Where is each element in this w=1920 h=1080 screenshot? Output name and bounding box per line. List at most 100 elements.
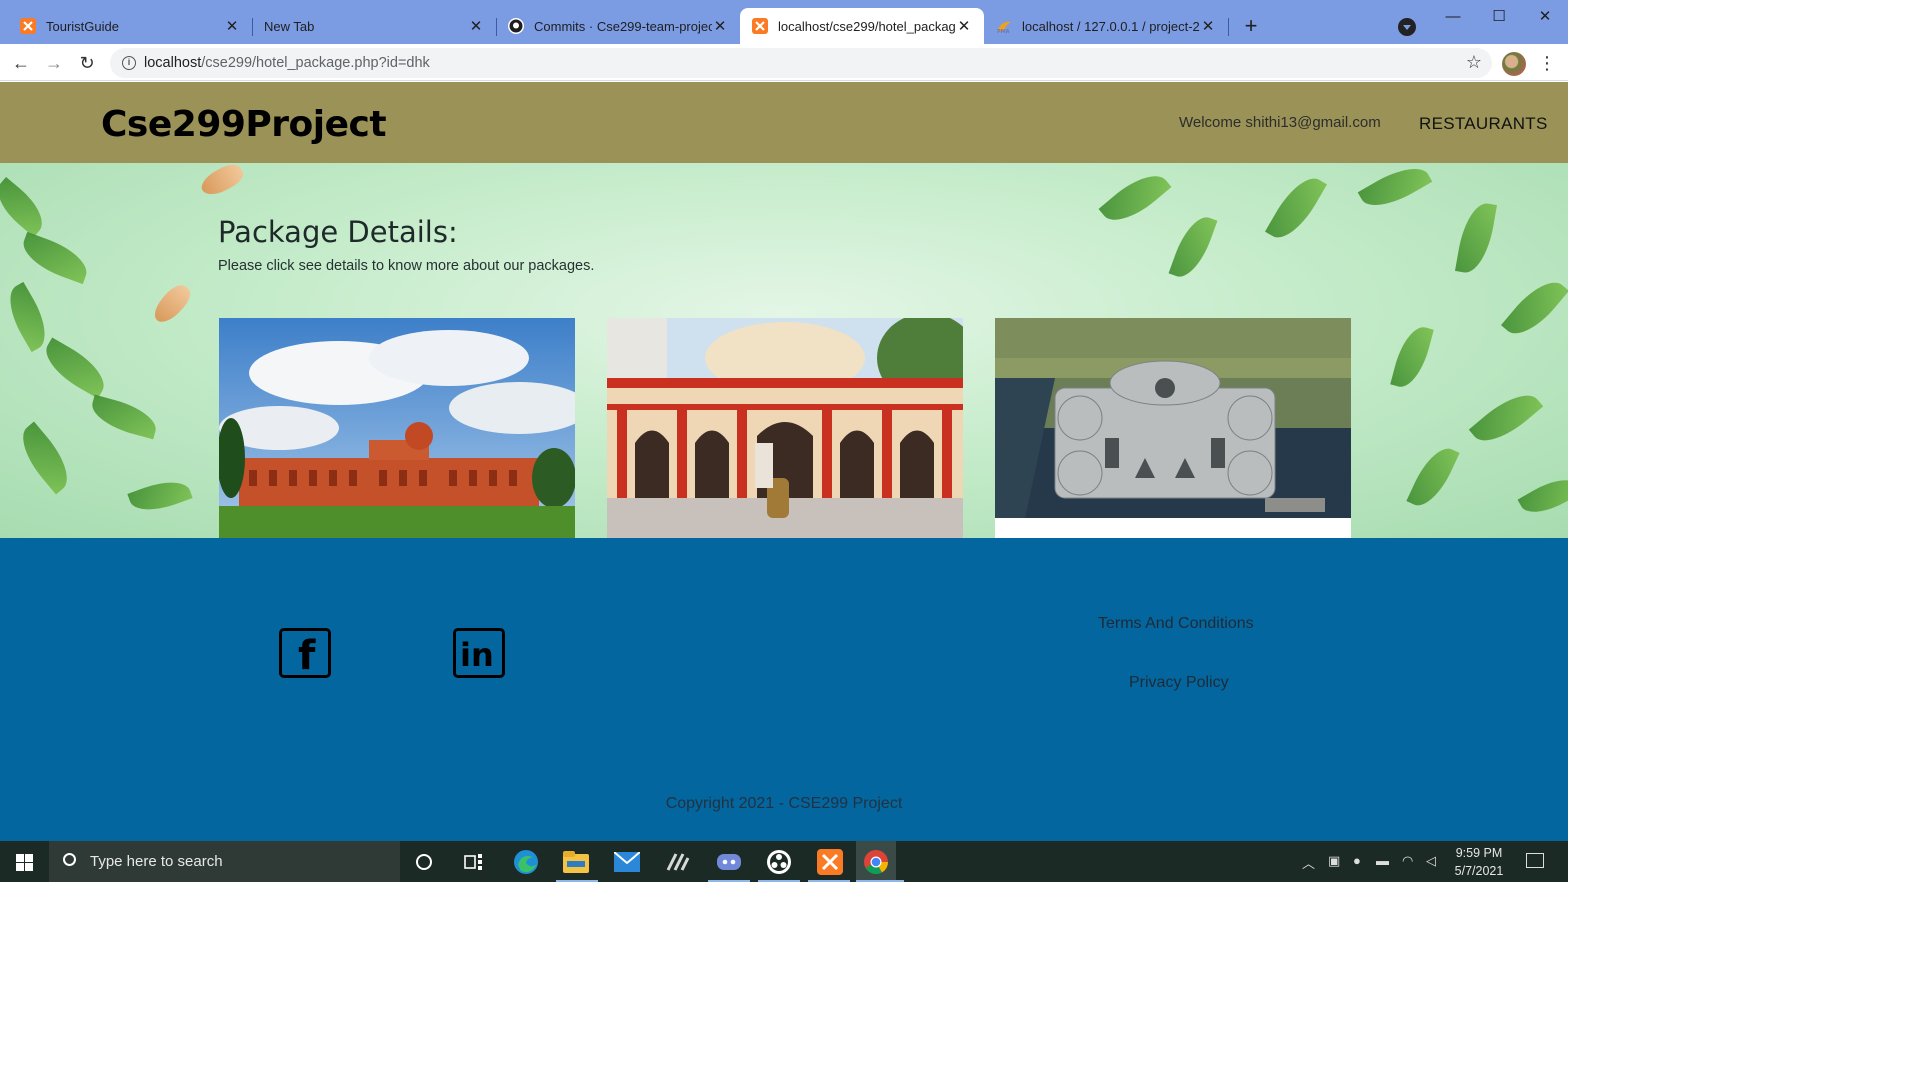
leaf-decoration — [127, 473, 193, 519]
tab-title: Commits · Cse299-team-project/ — [534, 18, 712, 34]
lalbagh-fort-card[interactable] — [219, 318, 575, 538]
terminal-icon[interactable] — [663, 847, 693, 877]
search-icon — [63, 853, 76, 866]
site-info-icon[interactable]: i — [122, 56, 136, 70]
red-brick-fort-photo — [219, 318, 575, 538]
facebook-icon[interactable]: f — [279, 628, 331, 679]
nav-link-restaurants[interactable]: RESTAURANTS — [1419, 114, 1548, 134]
microphone-icon[interactable]: ● — [1353, 853, 1361, 868]
tab-separator — [1228, 18, 1229, 36]
leaf-decoration — [1501, 271, 1568, 345]
site-footer: f in Terms And Conditions Privacy Policy… — [0, 538, 1568, 841]
windows-logo-icon — [16, 854, 24, 862]
phpmyadmin-icon: PMA — [996, 18, 1012, 34]
cortana-icon[interactable] — [409, 847, 439, 877]
tab-close-icon[interactable]: ✕ — [956, 17, 972, 35]
bookmark-star-icon[interactable]: ☆ — [1466, 52, 1482, 73]
leaf-decoration — [1406, 441, 1460, 513]
privacy-link[interactable]: Privacy Policy — [1129, 674, 1229, 692]
leaf-decoration — [37, 337, 113, 399]
clock-time: 9:59 PM — [1455, 846, 1503, 860]
svg-text:PMA: PMA — [997, 29, 1010, 34]
tab-title: localhost/cse299/hotel_package. — [778, 18, 956, 34]
tab-close-icon[interactable]: ✕ — [1200, 17, 1216, 35]
package-details-subtitle: Please click see details to know more ab… — [218, 258, 595, 274]
site-header: Cse299Project Welcome shithi13@gmail.com… — [0, 82, 1568, 163]
tab-title: TouristGuide — [46, 18, 119, 34]
url-path: /cse299/hotel_package.php?id=dhk — [201, 55, 430, 71]
new-tab-button[interactable]: + — [1238, 14, 1264, 40]
obs-icon[interactable] — [764, 847, 794, 877]
welcome-text: Welcome shithi13@gmail.com — [1179, 114, 1381, 131]
active-app-indicator — [708, 880, 750, 882]
bird-decoration — [149, 280, 195, 328]
browser-menu-icon[interactable]: ⋮ — [1538, 50, 1556, 76]
linkedin-glyph: in — [460, 636, 494, 674]
leaf-decoration — [1098, 164, 1172, 232]
back-arrow-icon[interactable]: ← — [8, 50, 34, 76]
wifi-icon[interactable]: ◠ — [1402, 853, 1413, 869]
minimize-button[interactable]: — — [1430, 4, 1476, 30]
file-explorer-icon[interactable] — [561, 847, 591, 877]
tab-new-tab[interactable]: New Tab ✕ — [252, 8, 496, 44]
parliament-building-card[interactable] — [995, 318, 1351, 538]
tab-title: localhost / 127.0.0.1 / project-29 — [1022, 18, 1200, 34]
browser-tab-strip: TouristGuide ✕ New Tab ✕ Commits · Cse29… — [0, 0, 1568, 44]
terms-link[interactable]: Terms And Conditions — [1098, 615, 1254, 633]
task-view-icon[interactable] — [459, 847, 489, 877]
profile-avatar[interactable] — [1502, 52, 1526, 76]
leaf-decoration — [1454, 199, 1498, 277]
leaf-decoration — [1390, 322, 1434, 392]
tab-touristguide[interactable]: TouristGuide ✕ — [8, 8, 252, 44]
github-icon — [508, 18, 524, 34]
taskbar-search-placeholder: Type here to search — [90, 853, 223, 870]
meet-now-icon[interactable]: ▣ — [1328, 853, 1340, 869]
battery-icon[interactable]: ▬ — [1376, 853, 1389, 868]
tab-close-icon[interactable]: ✕ — [712, 17, 728, 35]
active-app-indicator — [556, 880, 598, 882]
windows-logo-icon — [16, 863, 24, 871]
chrome-icon[interactable] — [856, 841, 896, 882]
leaf-decoration — [11, 421, 79, 495]
leaf-decoration — [16, 231, 94, 285]
start-button[interactable] — [0, 841, 48, 882]
forward-arrow-icon[interactable]: → — [41, 50, 67, 76]
url-text[interactable]: localhost/cse299/hotel_package.php?id=dh… — [144, 55, 430, 71]
taskbar-clock[interactable]: 9:59 PM 5/7/2021 — [1448, 844, 1510, 880]
edge-icon[interactable] — [511, 847, 541, 877]
site-brand[interactable]: Cse299Project — [101, 104, 387, 145]
tab-search-icon[interactable] — [1398, 18, 1416, 36]
tab-close-icon[interactable]: ✕ — [468, 17, 484, 35]
mail-icon[interactable] — [612, 847, 642, 877]
package-details-title: Package Details: — [218, 215, 458, 249]
tab-close-icon[interactable]: ✕ — [224, 17, 240, 35]
discord-icon[interactable] — [714, 847, 744, 877]
tab-hotel-package[interactable]: localhost/cse299/hotel_package. ✕ — [740, 8, 984, 44]
package-hero: Package Details: Please click see detail… — [0, 163, 1568, 538]
linkedin-icon[interactable]: in — [453, 628, 505, 678]
xampp-icon — [20, 18, 36, 34]
parliament-aerial-photo — [995, 318, 1351, 518]
xampp-icon — [752, 18, 768, 34]
xampp-icon[interactable] — [815, 847, 845, 877]
volume-icon[interactable]: ◁ — [1426, 853, 1436, 869]
dhakeshwari-temple-card[interactable] — [607, 318, 963, 538]
notification-center-icon[interactable] — [1526, 853, 1544, 868]
leaf-decoration — [1168, 211, 1218, 283]
windows-logo-icon — [25, 863, 33, 871]
show-hidden-icons-icon[interactable]: ︿ — [1302, 853, 1315, 872]
tab-github-commits[interactable]: Commits · Cse299-team-project/ ✕ — [496, 8, 740, 44]
active-app-indicator — [856, 880, 904, 882]
red-cream-temple-photo — [607, 318, 963, 538]
facebook-glyph: f — [298, 633, 316, 679]
leaf-decoration — [1517, 469, 1568, 523]
tab-phpmyadmin[interactable]: PMA localhost / 127.0.0.1 / project-29 ✕ — [984, 8, 1228, 44]
leaf-decoration — [0, 176, 52, 238]
reload-icon[interactable]: ↻ — [74, 50, 100, 76]
taskbar-search-box[interactable]: Type here to search — [49, 841, 400, 882]
copyright-text: Copyright 2021 - CSE299 Project — [665, 795, 903, 812]
maximize-button[interactable]: ☐ — [1476, 4, 1522, 30]
close-window-button[interactable]: ✕ — [1522, 4, 1568, 30]
address-bar[interactable]: i localhost/cse299/hotel_package.php?id=… — [110, 48, 1492, 78]
leaf-decoration — [0, 281, 56, 353]
